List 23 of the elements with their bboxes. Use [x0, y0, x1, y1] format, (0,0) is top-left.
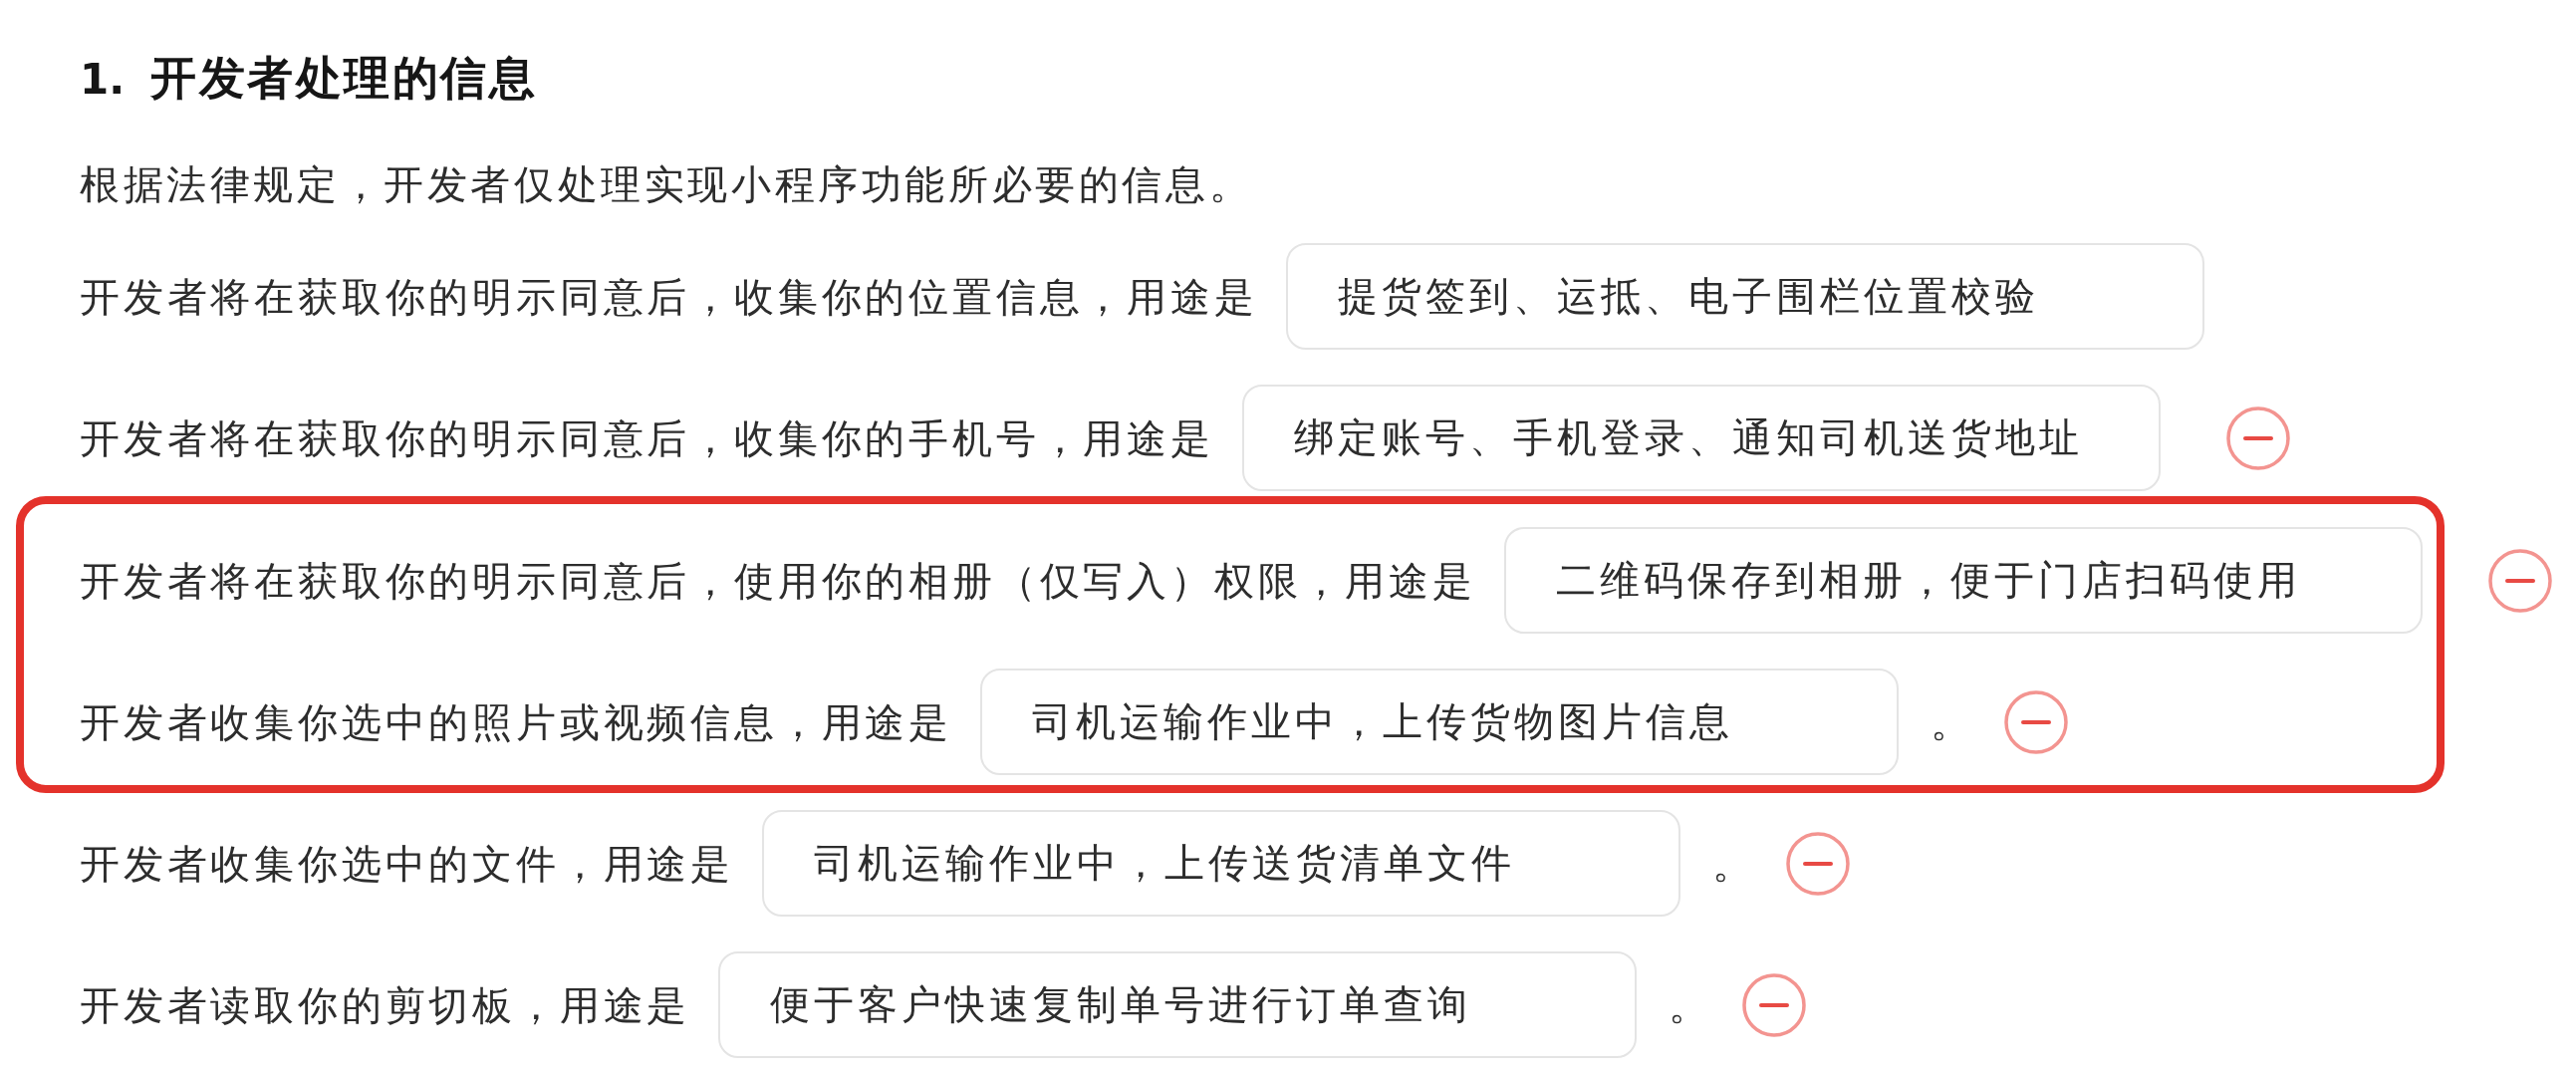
statement-text: 开发者将在获取你的明示同意后，收集你的手机号，用途是: [80, 413, 1214, 463]
statement-text: 开发者收集你选中的照片或视频信息，用途是: [80, 697, 952, 747]
minus-circle-icon[interactable]: [1742, 972, 1807, 1037]
statement-text: 开发者读取你的剪切板，用途是: [80, 980, 691, 1030]
purpose-field[interactable]: 便于客户快速复制单号进行订单查询: [718, 951, 1638, 1058]
minus-circle-icon[interactable]: [2225, 405, 2290, 470]
intro-text: 根据法律规定，开发者仅处理实现小程序功能所必要的信息。: [80, 160, 1253, 209]
statement-text: 开发者将在获取你的明示同意后，使用你的相册（仅写入）权限，用途是: [80, 556, 1476, 606]
minus-circle-icon[interactable]: [1786, 831, 1850, 896]
minus-circle-icon[interactable]: [2487, 548, 2552, 613]
section-number: 1.: [80, 54, 126, 104]
purpose-field[interactable]: 司机运输作业中，上传送货清单文件: [762, 810, 1680, 917]
sentence-period: 。: [1712, 839, 1752, 889]
purpose-field[interactable]: 提货签到、运抵、电子围栏位置校验: [1285, 243, 2204, 350]
minus-circle-icon[interactable]: [2004, 689, 2068, 754]
sentence-period: 。: [1669, 980, 1709, 1030]
section-title: 开发者处理的信息: [150, 50, 538, 107]
statement-text: 开发者收集你选中的文件，用途是: [80, 839, 734, 889]
purpose-field[interactable]: 二维码保存到相册，便于门店扫码使用: [1503, 527, 2423, 634]
purpose-field[interactable]: 司机运输作业中，上传货物图片信息: [980, 669, 1899, 775]
statement-text: 开发者将在获取你的明示同意后，收集你的位置信息，用途是: [80, 272, 1258, 322]
sentence-period: 。: [1931, 697, 1970, 747]
purpose-field[interactable]: 绑定账号、手机登录、通知司机送货地址: [1241, 385, 2161, 491]
